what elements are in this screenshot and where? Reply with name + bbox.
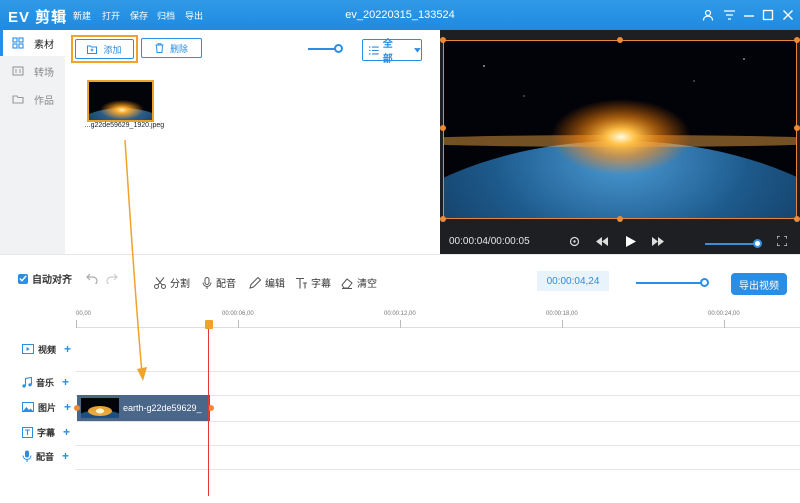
- app-logo: EV 剪辑: [8, 9, 68, 26]
- menu-export[interactable]: 导出: [185, 9, 203, 22]
- scissors-icon: [154, 276, 166, 289]
- resize-handle[interactable]: [617, 37, 623, 43]
- resize-handle[interactable]: [794, 216, 800, 222]
- volume-slider-track[interactable]: [705, 243, 757, 245]
- resize-handle[interactable]: [617, 216, 623, 222]
- text-icon: [296, 277, 307, 288]
- filter-select[interactable]: 全部: [362, 39, 422, 65]
- menu-archive[interactable]: 归档: [157, 9, 175, 22]
- play-icon[interactable]: [623, 233, 639, 249]
- delete-button[interactable]: 删除: [141, 38, 202, 58]
- settings-menu-icon[interactable]: [722, 8, 736, 22]
- image-clip[interactable]: earth-g22de59629_: [77, 395, 210, 421]
- timeline-zoom-track[interactable]: [636, 282, 704, 284]
- volume-slider-knob[interactable]: [753, 239, 762, 248]
- undo-icon[interactable]: [86, 273, 98, 284]
- preview-image[interactable]: [443, 40, 797, 219]
- music-note-icon: [22, 376, 32, 388]
- eraser-icon: [341, 277, 353, 289]
- resize-handle[interactable]: [794, 37, 800, 43]
- microphone-icon: [202, 276, 212, 289]
- track-label-image: 图片 +: [0, 395, 76, 419]
- ruler-label: 00:00:18,00: [546, 311, 578, 317]
- auto-align-checkbox[interactable]: 自动对齐: [18, 271, 72, 286]
- grid-icon: [12, 37, 24, 49]
- transition-icon: [12, 66, 24, 76]
- sidebar-item-materials[interactable]: 素材: [0, 30, 65, 56]
- subtitle-track[interactable]: [76, 422, 800, 446]
- minimize-icon[interactable]: [742, 8, 756, 22]
- dub-track[interactable]: [76, 446, 800, 470]
- ruler-label: 00,00: [76, 311, 92, 317]
- trash-icon: [155, 43, 164, 53]
- export-video-button[interactable]: 导出视频: [731, 273, 787, 295]
- track-label-subtitle: 字幕 +: [0, 420, 76, 444]
- track-label-music: 音乐 +: [0, 370, 76, 394]
- resize-handle[interactable]: [440, 125, 446, 131]
- chevron-down-icon: [414, 47, 421, 52]
- list-icon: [369, 46, 379, 54]
- preview-panel: 00:00:04/00:00:05: [440, 30, 800, 254]
- add-music-button[interactable]: +: [62, 375, 69, 389]
- maximize-icon[interactable]: [761, 8, 775, 22]
- ruler-label: 00:00:12,00: [384, 311, 416, 317]
- video-icon: [22, 344, 34, 354]
- checkbox-checked-icon: [18, 273, 28, 284]
- timecode-display: 00:00:04,24: [537, 271, 609, 291]
- folder-icon: [12, 95, 24, 104]
- sidebar-item-label: 素材: [34, 39, 54, 51]
- preview-time: 00:00:04/00:00:05: [449, 236, 530, 247]
- title-bar: EV 剪辑 新建 打开 保存 归档 导出 ev_20220315_133524: [0, 0, 800, 30]
- sidebar-item-label: 作品: [34, 95, 54, 107]
- material-filename: ...g22de59629_1920.jpeg: [84, 122, 165, 129]
- add-subtitle-button[interactable]: +: [63, 425, 70, 439]
- menu-new[interactable]: 新建: [73, 9, 91, 22]
- add-folder-icon: [87, 45, 98, 54]
- track-label-video: 视频 +: [0, 337, 76, 361]
- resize-handle[interactable]: [440, 216, 446, 222]
- close-icon[interactable]: [781, 8, 795, 22]
- video-track[interactable]: [76, 328, 800, 372]
- timeline-zoom-knob[interactable]: [700, 278, 709, 287]
- add-image-button[interactable]: +: [64, 400, 71, 414]
- subtitle-button[interactable]: 字幕: [295, 275, 331, 290]
- clear-button[interactable]: 清空: [341, 275, 377, 290]
- sidebar: 素材 转场 作品: [0, 30, 65, 254]
- resize-handle[interactable]: [794, 125, 800, 131]
- material-thumbnail[interactable]: [87, 80, 154, 122]
- clip-trim-handle-left[interactable]: [74, 405, 80, 411]
- track-label-dub: 配音 +: [0, 444, 76, 468]
- playhead-handle[interactable]: [205, 320, 213, 329]
- timeline-ruler[interactable]: 00,00 00:00:06,00 00:00:12,00 00:00:18,0…: [76, 308, 800, 328]
- add-button[interactable]: 添加: [75, 39, 134, 59]
- edit-button[interactable]: 编辑: [249, 275, 285, 290]
- microphone-icon: [22, 450, 32, 462]
- user-icon[interactable]: [701, 8, 715, 22]
- resize-handle[interactable]: [440, 37, 446, 43]
- fullscreen-icon[interactable]: [774, 233, 790, 249]
- clip-thumbnail: [81, 398, 119, 418]
- pencil-icon: [249, 276, 261, 289]
- sidebar-item-works[interactable]: 作品: [0, 86, 65, 112]
- image-icon: [22, 402, 34, 412]
- sidebar-item-transition[interactable]: 转场: [0, 58, 65, 84]
- dub-button[interactable]: 配音: [202, 275, 236, 290]
- replay-icon[interactable]: [566, 233, 582, 249]
- ruler-label: 00:00:06,00: [222, 311, 254, 317]
- rewind-icon[interactable]: [594, 233, 610, 249]
- add-video-button[interactable]: +: [64, 342, 71, 356]
- ruler-label: 00:00:24,00: [708, 311, 740, 317]
- sidebar-item-label: 转场: [34, 67, 54, 79]
- menu-save[interactable]: 保存: [130, 9, 148, 22]
- add-dub-button[interactable]: +: [62, 449, 69, 463]
- menu-open[interactable]: 打开: [102, 9, 120, 22]
- playhead-line: [208, 328, 209, 496]
- drag-arrow: [124, 139, 147, 381]
- subtitle-icon: [22, 426, 33, 438]
- fast-forward-icon[interactable]: [650, 233, 666, 249]
- zoom-slider-knob[interactable]: [334, 44, 343, 53]
- music-track[interactable]: [76, 372, 800, 396]
- split-button[interactable]: 分割: [154, 275, 190, 290]
- clip-label: earth-g22de59629_: [123, 403, 202, 413]
